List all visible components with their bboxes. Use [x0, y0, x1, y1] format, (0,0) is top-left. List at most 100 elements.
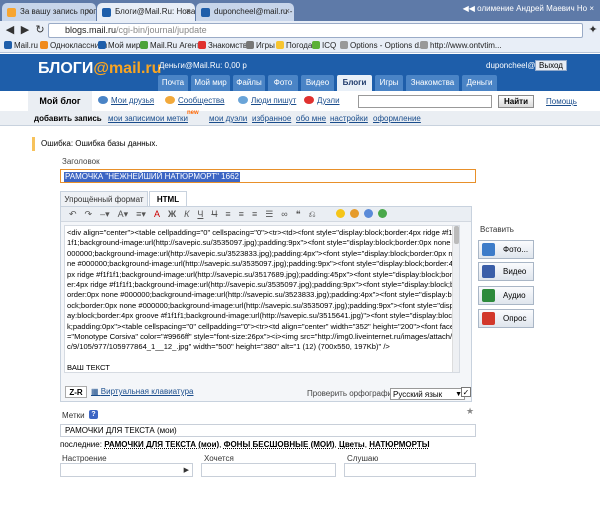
- reload-icon[interactable]: ↻: [33, 23, 47, 37]
- tab-html[interactable]: HTML: [149, 191, 187, 206]
- nav-people[interactable]: Люди пишут: [238, 96, 296, 105]
- tab-simple-format[interactable]: Упрощённый формат: [60, 191, 148, 206]
- blogs-logo[interactable]: БЛОГИ@mail.ru: [38, 60, 161, 78]
- subnav-favorites[interactable]: избранное: [252, 114, 291, 123]
- photo-icon: [482, 243, 495, 256]
- tags-input[interactable]: РАМОЧКИ ДЛЯ ТЕКСТА (мои): [60, 424, 476, 437]
- font-size-icon[interactable]: ‒▾: [100, 207, 110, 221]
- list-icon[interactable]: ☰: [265, 207, 273, 221]
- recent-tag[interactable]: Цветы: [339, 440, 365, 449]
- close-icon[interactable]: ×: [87, 6, 92, 16]
- nav-duels[interactable]: Дуэли: [304, 96, 340, 105]
- exit-button[interactable]: Выход: [535, 60, 567, 71]
- tab-money[interactable]: Деньги: [462, 75, 497, 91]
- tab-video[interactable]: Видео: [301, 75, 334, 91]
- align-center-icon[interactable]: ≡: [239, 207, 244, 221]
- subnav-my-duels[interactable]: мои дуэли: [209, 114, 247, 123]
- redo-icon[interactable]: ↷: [85, 207, 93, 221]
- insert-audio-button[interactable]: Аудио: [478, 286, 534, 305]
- bookmark-7[interactable]: Погода: [276, 41, 312, 50]
- recent-tag[interactable]: РАМОЧКИ ДЛЯ ТЕКСТА (мои): [104, 440, 219, 449]
- help-icon[interactable]: ?: [89, 410, 98, 419]
- spellcheck-check-button[interactable]: ✓: [461, 387, 471, 397]
- font-color-icon[interactable]: A: [154, 207, 160, 221]
- strike-icon[interactable]: Ч: [211, 207, 217, 221]
- special-char-icon[interactable]: [364, 209, 374, 218]
- my-blog-tab[interactable]: Мой блог: [28, 91, 92, 111]
- font-icon[interactable]: A▾: [118, 207, 129, 221]
- quote-icon[interactable]: ❝: [296, 207, 301, 221]
- title-input[interactable]: РАМОЧКА "НЕЖНЕЙШИЙ НАТЮРМОРТ" 1662: [60, 169, 476, 183]
- scroll-thumb[interactable]: [454, 226, 459, 244]
- browser-tabstrip: За вашу запись проголосо...× Блоги@Mail.…: [0, 0, 600, 21]
- bookmark-5[interactable]: Знакомства: [198, 41, 252, 50]
- tab-games[interactable]: Игры: [375, 75, 403, 91]
- subnav-my-posts[interactable]: мои записи: [108, 114, 150, 123]
- tab-files[interactable]: Файлы: [233, 75, 265, 91]
- cut-icon[interactable]: ⎌: [309, 207, 316, 221]
- align-left-icon[interactable]: ≡: [225, 207, 230, 221]
- insert-poll-button[interactable]: Опрос: [478, 309, 534, 328]
- address-bar[interactable]: blogs.mail.ru/cgi-bin/journal/jupdate: [48, 23, 583, 38]
- window-controls[interactable]: ◀◀ олимение Андрей Маевич Но ×: [463, 0, 600, 21]
- browser-tab-3[interactable]: duponcheel@mail.ru - По...×: [196, 3, 294, 21]
- editor-toolbar: ↶ ↷ ‒▾ A▾ ≡▾ A Ж К Ч Ч ≡ ≡ ≡ ☰ ∞ ❝ ⎌: [61, 207, 471, 222]
- face-icon[interactable]: [350, 209, 360, 218]
- subnav-about[interactable]: обо мне: [296, 114, 326, 123]
- bookmark-1[interactable]: Mail.ru: [4, 41, 38, 50]
- star-icon[interactable]: ★: [466, 406, 474, 417]
- search-input[interactable]: [358, 95, 492, 108]
- align-right-icon[interactable]: ≡: [252, 207, 257, 221]
- link-icon[interactable]: ∞: [281, 207, 287, 221]
- bookmark-icon: [340, 41, 348, 49]
- zr-button[interactable]: Z-R: [65, 386, 87, 398]
- forward-icon[interactable]: ▶: [18, 23, 32, 37]
- nav-friends[interactable]: Мои друзья: [98, 96, 154, 105]
- browser-tab-1[interactable]: За вашу запись проголосо...×: [2, 3, 96, 21]
- bookmark-6[interactable]: Игры: [246, 41, 275, 50]
- virtual-keyboard-link[interactable]: ▦ Виртуальная клавиатура: [91, 387, 194, 396]
- tab-my-world[interactable]: Мой мир: [191, 75, 230, 91]
- money-balance[interactable]: Деньги@Mail.Ru: 0,00 р: [159, 61, 247, 70]
- italic-icon[interactable]: К: [184, 207, 189, 221]
- search-button[interactable]: Найти: [498, 95, 534, 108]
- mood-select[interactable]: ▶: [60, 463, 193, 477]
- nav-communities[interactable]: Сообщества: [165, 96, 224, 105]
- tab-mail[interactable]: Почта: [158, 75, 188, 91]
- insert-video-button[interactable]: Видео: [478, 262, 534, 281]
- underline-icon[interactable]: Ч: [197, 207, 203, 221]
- smiley-icon[interactable]: [336, 209, 346, 218]
- html-textarea[interactable]: <div align="center"><table cellpadding="…: [64, 225, 460, 373]
- bookmark-9[interactable]: Options - Options d...: [340, 41, 426, 50]
- subnav-my-tags[interactable]: мои метки: [150, 114, 188, 123]
- browser-tab-2[interactable]: Блоги@Mail.Ru: Новая за...×: [97, 3, 195, 21]
- wrench-icon[interactable]: ✦: [586, 23, 600, 37]
- recent-tag[interactable]: НАТЮРМОРТЫ: [369, 440, 429, 449]
- bold-icon[interactable]: Ж: [168, 207, 176, 221]
- bookmark-4[interactable]: Mail.Ru Агент: [140, 41, 200, 50]
- bookmark-icon: [312, 41, 320, 49]
- subnav-add-post[interactable]: добавить запись: [34, 114, 102, 123]
- tab-photo[interactable]: Фото: [268, 75, 298, 91]
- textarea-scrollbar[interactable]: [452, 226, 459, 372]
- tab-blogs[interactable]: Блоги: [337, 75, 372, 91]
- want-input[interactable]: [201, 463, 336, 477]
- tab-dating[interactable]: Знакомства: [406, 75, 459, 91]
- globe-icon[interactable]: [378, 209, 388, 218]
- insert-photo-button[interactable]: Фото...: [478, 240, 534, 259]
- bookmark-10[interactable]: http://www.ontvtim...: [420, 41, 502, 50]
- indent-icon[interactable]: ≡▾: [136, 207, 146, 221]
- help-link[interactable]: Помощь: [546, 97, 577, 106]
- close-icon[interactable]: ×: [285, 6, 290, 16]
- listen-input[interactable]: [344, 463, 476, 477]
- undo-icon[interactable]: ↶: [69, 207, 77, 221]
- spellcheck-language-select[interactable]: Русский язык ▼: [390, 388, 465, 400]
- editor-tabs: Упрощённый формат HTML: [60, 191, 476, 206]
- close-icon[interactable]: ×: [186, 6, 191, 16]
- bookmark-3[interactable]: Мой мир: [98, 41, 140, 50]
- recent-tag[interactable]: ФОНЫ БЕСШОВНЫЕ (МОИ): [224, 440, 335, 449]
- subnav-design[interactable]: оформление: [373, 114, 421, 123]
- subnav-settings[interactable]: настройки: [330, 114, 368, 123]
- bookmark-8[interactable]: ICQ: [312, 41, 336, 50]
- back-icon[interactable]: ◀: [3, 23, 17, 37]
